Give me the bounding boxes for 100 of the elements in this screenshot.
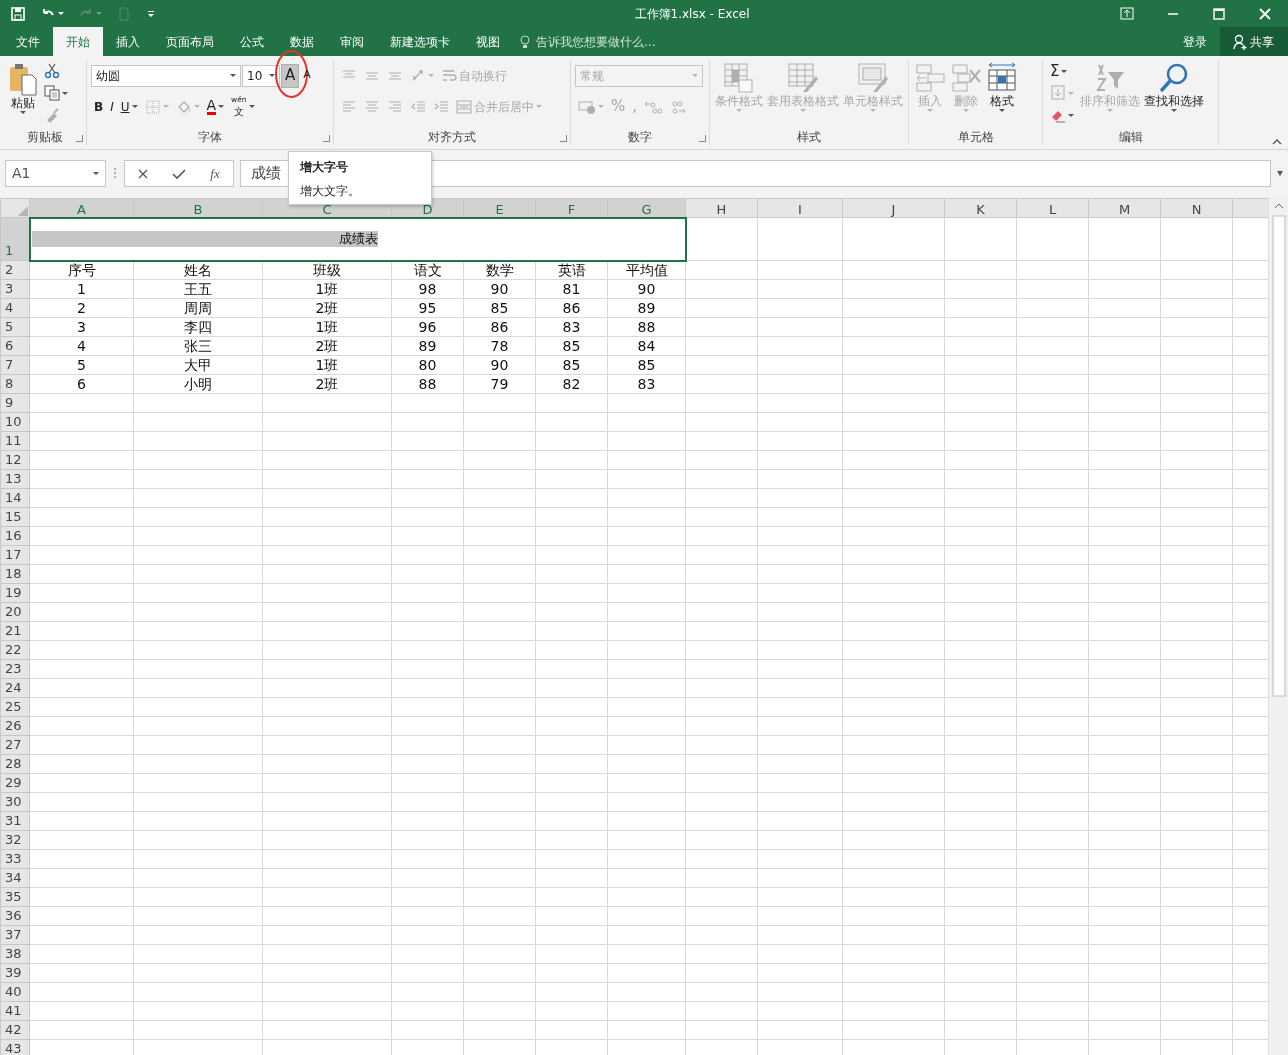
ribbon-tab[interactable]: 数据 — [277, 27, 327, 56]
caret-icon — [736, 109, 742, 112]
caret-icon — [131, 105, 138, 108]
table-cell: 序号 — [29, 260, 134, 280]
decrease-decimal-icon — [669, 98, 688, 115]
sort-filter-icon — [1094, 62, 1126, 94]
dropdown-field[interactable]: 10 — [242, 64, 280, 87]
table-cell: 1 — [29, 279, 134, 299]
close-icon — [137, 167, 149, 180]
save-icon — [10, 5, 26, 22]
tell-me-field[interactable]: 告诉我您想要做什么... — [534, 31, 664, 52]
table-cell: 1班 — [262, 355, 392, 375]
ribbon-tab[interactable]: 审阅 — [327, 27, 377, 56]
column-header[interactable]: L — [1016, 198, 1089, 218]
caret-icon — [1068, 91, 1074, 95]
column-header[interactable]: E — [463, 198, 536, 218]
toolbar-button[interactable]: U — [117, 94, 141, 119]
row-header[interactable]: 1 — [0, 217, 30, 261]
align-center-icon — [364, 98, 380, 115]
column-header[interactable]: G — [607, 198, 686, 218]
dialog-launcher-icon[interactable] — [323, 135, 330, 142]
delete-cells-icon — [950, 62, 982, 94]
caret-icon — [428, 74, 434, 77]
maximize-icon — [1211, 5, 1227, 22]
toolbar-button[interactable]: B — [91, 94, 107, 119]
caret-icon — [999, 109, 1005, 112]
table-cell: 2班 — [262, 336, 392, 356]
minimize-icon — [1168, 12, 1178, 15]
vertical-scrollbar[interactable] — [1268, 198, 1288, 1055]
table-cell: 1班 — [262, 317, 392, 337]
indent-icon — [433, 98, 449, 115]
caret-icon — [230, 74, 236, 77]
ribbon-tab[interactable]: 文件 — [3, 27, 53, 56]
caret-icon — [62, 91, 68, 95]
name-box[interactable]: A1 — [5, 160, 106, 187]
table-cell: 4 — [29, 336, 134, 356]
ribbon-tab[interactable]: 页面布局 — [153, 27, 227, 56]
toolbar-button[interactable]: A — [281, 63, 300, 88]
tooltip-title: 增大字号 — [300, 159, 349, 176]
column-header[interactable]: H — [685, 198, 758, 218]
border-icon — [144, 98, 161, 115]
ribbon-tab[interactable]: 新建选项卡 — [377, 27, 463, 56]
caret-icon — [20, 111, 26, 114]
table-cell: 85 — [607, 355, 686, 375]
group-label: 剪贴板 — [25, 129, 64, 145]
caret-icon — [598, 105, 604, 108]
person-add-icon — [1233, 33, 1247, 50]
sign-in-link[interactable]: 登录 — [1170, 27, 1220, 56]
ribbon-tab[interactable]: 视图 — [463, 27, 513, 56]
new-file-icon — [116, 5, 132, 22]
dropdown-field[interactable]: 幼圆 — [91, 64, 241, 87]
column-header[interactable]: J — [842, 198, 945, 218]
table-cell: 83 — [607, 374, 686, 394]
table-cell: 数学 — [463, 260, 536, 280]
column-header[interactable]: A — [29, 198, 134, 218]
table-cell: 2班 — [262, 374, 392, 394]
table-cell: 96 — [391, 317, 464, 337]
ribbon-tab[interactable]: 插入 — [103, 27, 153, 56]
table-cell: 英语 — [535, 260, 608, 280]
table-cell: 2 — [29, 298, 134, 318]
title-cell: 成绩表 — [32, 231, 378, 247]
dialog-launcher-icon[interactable] — [560, 135, 567, 142]
table-cell: 周周 — [133, 298, 263, 318]
table-cell: 79 — [463, 374, 536, 394]
caret-icon — [58, 12, 64, 15]
toolbar-button[interactable]: A — [203, 94, 228, 119]
wrap-text-icon — [441, 67, 457, 84]
column-header[interactable]: B — [133, 198, 263, 218]
table-cell: 85 — [535, 336, 608, 356]
column-header[interactable]: I — [757, 198, 843, 218]
table-cell: 95 — [391, 298, 464, 318]
caret-icon — [162, 105, 169, 108]
cell-style-icon — [857, 62, 889, 94]
column-header[interactable]: K — [944, 198, 1017, 218]
caret-icon — [1061, 69, 1068, 73]
align-bottom-icon — [387, 71, 403, 80]
column-header[interactable]: N — [1160, 198, 1233, 218]
select-all-button[interactable] — [0, 198, 30, 218]
caret-icon — [193, 105, 200, 108]
dialog-launcher-icon[interactable] — [76, 135, 83, 142]
table-cell: 84 — [607, 336, 686, 356]
toolbar-button[interactable]: I — [107, 94, 117, 119]
checkmark-icon — [172, 167, 186, 180]
table-cell: 83 — [535, 317, 608, 337]
table-cell: 语文 — [391, 260, 464, 280]
ribbon-button[interactable]: 粘贴 — [7, 60, 39, 116]
dialog-launcher-icon[interactable] — [699, 135, 706, 142]
column-header[interactable]: F — [535, 198, 608, 218]
caret-icon — [269, 74, 275, 77]
table-cell: 88 — [391, 374, 464, 394]
scissors-icon — [44, 63, 60, 79]
ribbon-tab[interactable]: 公式 — [227, 27, 277, 56]
toolbar-button[interactable]: Σ — [1047, 59, 1071, 83]
ribbon-button[interactable]: 格式 — [985, 60, 1019, 114]
share-button[interactable]: 共享 — [1220, 27, 1288, 56]
ribbon-button[interactable]: 查找和选择 — [1143, 60, 1205, 114]
caret-icon — [1068, 113, 1074, 117]
table-cell: 86 — [535, 298, 608, 318]
ribbon-tab[interactable]: 开始 — [53, 27, 103, 56]
column-header[interactable]: M — [1088, 198, 1161, 218]
